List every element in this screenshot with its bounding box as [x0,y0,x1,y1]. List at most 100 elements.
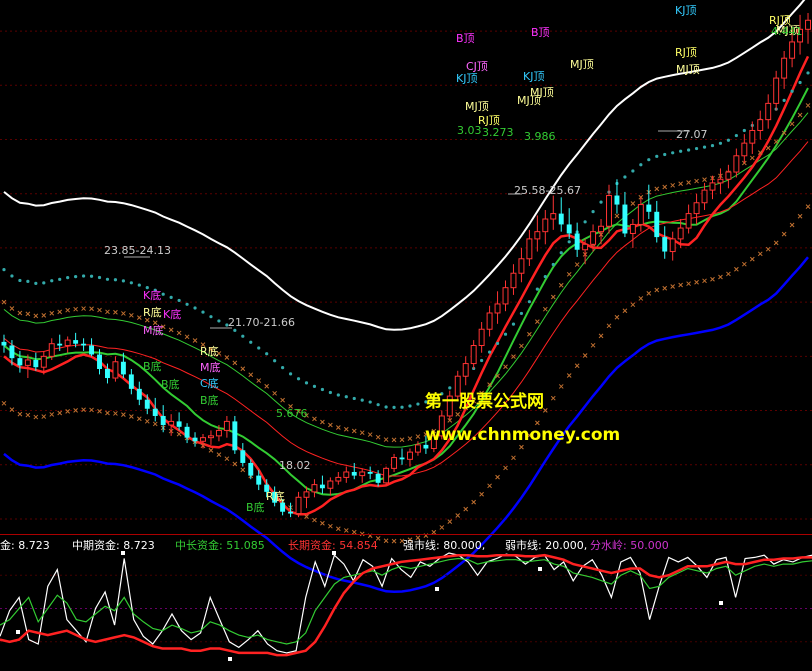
cross-marker [17,411,23,417]
cross-marker [455,513,461,518]
cross-marker [25,311,31,317]
dot-marker [623,175,627,179]
candle [534,215,541,252]
dot-marker [18,278,22,283]
cross-marker [757,251,763,257]
cross-marker [606,323,612,329]
dot-marker [400,405,404,409]
dot-marker [647,158,651,162]
candle [518,247,525,283]
cross-marker [240,366,246,372]
dot-marker [81,274,86,278]
dot-marker [694,146,699,151]
indicator-bands [1,0,811,593]
signal-label: RJ顶 [675,46,697,59]
cross-marker [359,531,365,537]
candle [781,50,788,89]
cross-marker [630,201,636,206]
candle [725,164,732,189]
candle [749,121,756,154]
cross-marker [646,291,652,296]
stock-chart: B顶 B顶KJ顶RJ顶MJ顶RJ顶MJ顶CJ顶KJ顶 KJ顶MJ顶MJ顶MJ顶RJ顶… [0,0,812,661]
cross-marker [686,281,691,287]
dot-marker [583,220,587,224]
candle [17,350,23,373]
signal-label: MJ顶 [465,100,489,113]
cross-marker [33,414,39,420]
cross-marker [312,416,317,422]
cross-marker [391,437,397,443]
candle [48,338,55,360]
candle [112,356,119,382]
candle [335,471,342,485]
cross-marker [49,310,55,316]
dot-marker [201,310,205,314]
cross-marker [797,112,803,118]
dot-marker [296,377,301,381]
dot-marker [217,319,221,323]
cross-marker [351,428,357,434]
cross-marker [622,308,628,314]
dot-marker [89,274,94,278]
cross-marker [113,309,118,315]
cross-marker [232,461,238,467]
cross-marker [335,526,341,532]
cross-marker [534,319,540,325]
cross-marker [335,425,341,430]
dot-marker [734,133,738,138]
oscillator-marker [435,587,439,591]
dot-marker [543,275,547,279]
cross-marker [805,103,811,108]
cross-marker [550,294,556,300]
cross-marker [89,306,94,312]
cross-marker [479,491,484,497]
cross-marker [654,287,660,293]
candle [502,280,509,312]
candle [598,219,605,245]
cross-marker [495,474,500,480]
dot-marker [726,138,731,142]
cross-marker [519,444,524,450]
dot-marker [360,398,364,402]
cross-marker [144,418,150,424]
cross-marker [503,465,508,471]
cross-marker [272,390,278,396]
signal-label: B底 [161,377,180,391]
candle [470,340,477,369]
signal-label: K底 [143,288,161,302]
dot-marker [42,281,46,285]
cross-marker [113,411,118,416]
cross-marker [25,412,31,418]
signal-label: MJ顶 [676,63,700,76]
legend-item: 弱市线: 20.000, [505,538,587,552]
dot-marker [416,402,420,406]
cross-marker [662,184,668,190]
signal-label: MJ顶 [517,94,541,107]
signal-label: R底 [266,489,285,503]
cross-marker [670,284,676,289]
dot-marker [121,279,125,283]
dot-marker [312,384,317,388]
cross-marker [328,422,333,428]
candle [81,338,87,351]
candle [669,231,676,261]
dot-marker [392,405,396,409]
dot-marker [352,396,356,401]
dot-marker [798,80,802,85]
dot-marker [288,372,293,376]
cross-marker [184,334,190,340]
dot-marker [631,169,635,173]
dot-marker [193,306,197,310]
signal-label: B顶 [531,26,550,39]
price-gridlines [0,30,812,520]
candlestick-series [1,13,811,518]
cross-marker [1,400,7,406]
dot-marker [113,278,118,282]
dot-marker [320,387,325,392]
dot-marker [97,275,102,280]
candle [343,466,350,483]
dot-marker [241,334,245,338]
cross-marker [17,310,23,316]
signal-label: KJ顶 [523,70,544,83]
signal-label: 18.02 [279,459,311,472]
